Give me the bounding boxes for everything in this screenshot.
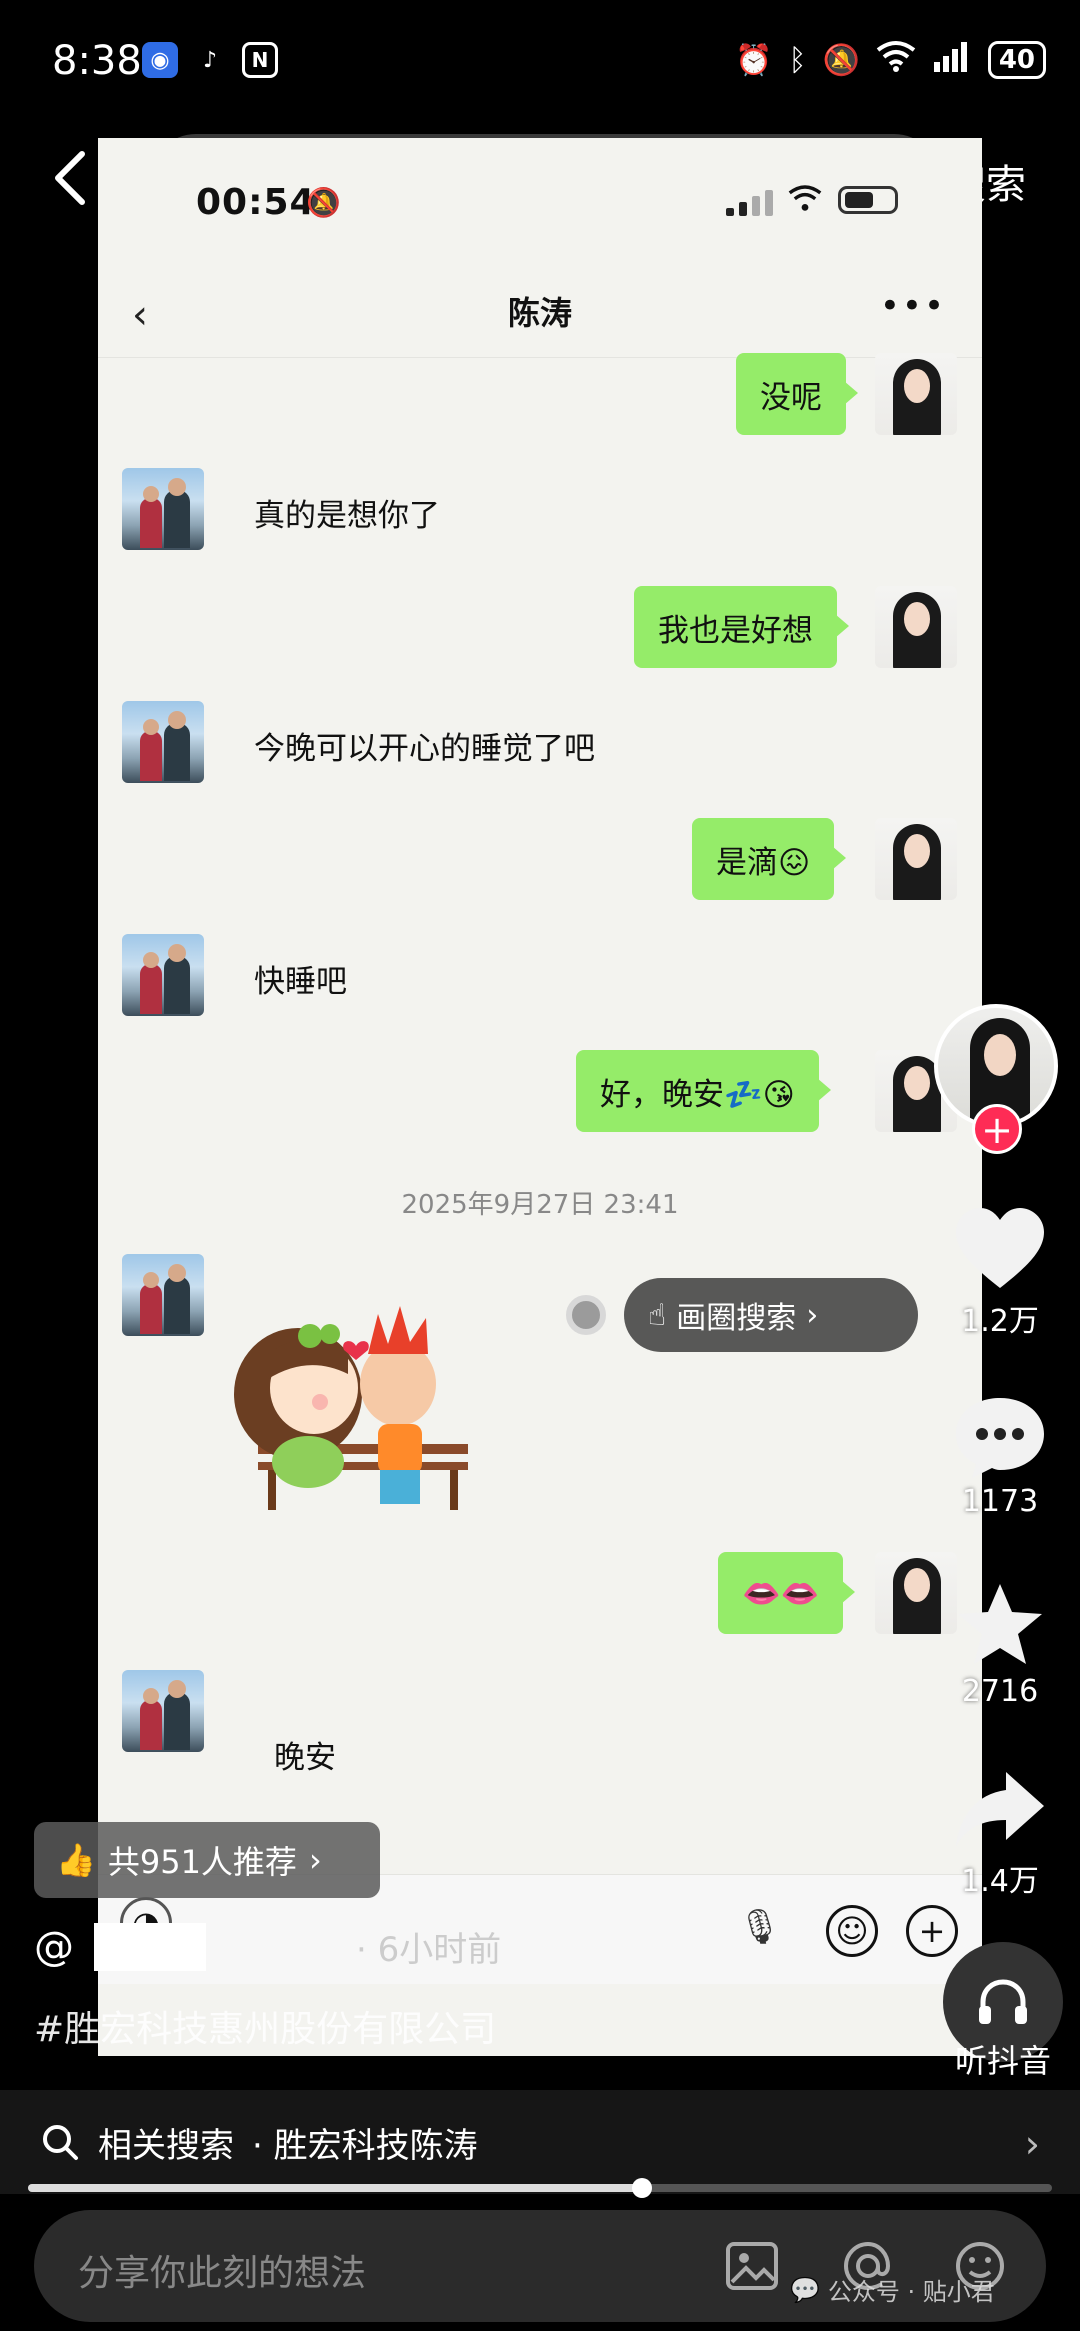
post-time: · 6小时前	[356, 1930, 502, 1970]
circle-search-label: 画圈搜索	[676, 1301, 797, 1336]
status-time: 8:38	[52, 38, 142, 84]
avatar-contact	[122, 934, 204, 1016]
listen-douyin-button[interactable]: 听抖音	[940, 1942, 1066, 2082]
hand-gesture-icon: ☝	[648, 1297, 667, 1333]
app-icon: ◉	[142, 42, 178, 78]
message-bubble-right: 我也是好想	[634, 586, 849, 668]
comment-action[interactable]: 1173	[940, 1394, 1060, 1519]
watermark-text: 公众号 · 贴小君	[827, 2278, 995, 2306]
progress-fill	[28, 2184, 643, 2192]
avatar-self	[875, 353, 957, 435]
inner-wifi-icon	[788, 184, 822, 220]
chevron-right-icon: ›	[1024, 2122, 1040, 2166]
inner-mute-icon: 🔕	[306, 186, 341, 219]
author-line[interactable]: @ · 6小时前	[34, 1922, 501, 1971]
avatar-contact	[122, 1670, 204, 1752]
avatar-contact	[122, 701, 204, 783]
status-right-icons: ⏰ ᛒ 🔕 40	[735, 40, 1046, 80]
favorite-count: 2716	[961, 1674, 1039, 1709]
like-action[interactable]: 1.2万	[940, 1206, 1060, 1340]
back-arrow-icon[interactable]	[50, 148, 90, 208]
status-bar: 8:38 ◉ ♪ N ⏰ ᛒ 🔕 40	[0, 0, 1080, 120]
message-bubble-right: 是滴😖	[692, 818, 847, 900]
message-text-left: 快睡吧	[254, 964, 347, 1000]
heart-icon	[956, 1208, 1044, 1288]
nfc-icon: N	[242, 42, 278, 78]
share-arrow-icon	[956, 1772, 1044, 1846]
share-count: 1.4万	[961, 1864, 1039, 1899]
avatar-self	[875, 818, 957, 900]
thumbs-up-icon: 👍	[56, 1841, 96, 1879]
message-bubble-right: 好，晚安💤😘	[576, 1050, 831, 1132]
inner-signal-icon	[726, 188, 773, 216]
wifi-icon	[876, 40, 916, 80]
signal-icon	[932, 40, 972, 80]
chat-header: ‹ 陈涛 •••	[98, 258, 982, 358]
avatar-contact	[122, 468, 204, 550]
progress-knob[interactable]	[632, 2178, 653, 2198]
alarm-icon: ⏰	[735, 42, 773, 78]
share-action[interactable]: 1.4万	[940, 1766, 1060, 1900]
comment-bubble-icon	[956, 1398, 1044, 1478]
avatar-contact	[122, 1254, 204, 1336]
battery-indicator: 40	[987, 41, 1046, 79]
video-progress-bar[interactable]	[28, 2178, 1052, 2198]
chat-screenshot[interactable]: 00:54 🔕 ‹ 陈涛 ••• 没呢 真的是想你了 我也是好想 今晚可以开心的…	[98, 138, 982, 2056]
status-left-icons: ◉ ♪ N	[142, 42, 278, 78]
message-text-left: 今晚可以开心的睡觉了吧	[254, 731, 595, 767]
hashtag[interactable]: #胜宏科技惠州股份有限公司	[34, 2000, 496, 2052]
related-search-prefix: 相关搜索	[98, 2125, 234, 2166]
microphone-icon: 🎙	[738, 1907, 782, 1947]
circle-search-button[interactable]: ☝ 画圈搜索 ›	[566, 1278, 918, 1352]
wechat-icon: 💬	[790, 2275, 820, 2304]
chevron-right-icon: ›	[308, 1841, 322, 1879]
chevron-right-icon: ›	[806, 1297, 819, 1333]
author-name-redacted	[94, 1922, 206, 1971]
related-search-query: · 胜宏科技陈涛	[252, 2125, 478, 2166]
bluetooth-icon: ᛒ	[788, 42, 807, 78]
like-count: 1.2万	[961, 1304, 1039, 1339]
inner-time: 00:54	[196, 182, 316, 223]
recommend-pill[interactable]: 👍 共951人推荐 ›	[34, 1822, 380, 1898]
message-text-left: 真的是想你了	[254, 498, 440, 534]
comment-count: 1173	[961, 1484, 1039, 1519]
tiktok-icon: ♪	[202, 47, 218, 73]
inner-status-bar: 00:54 🔕	[98, 138, 982, 258]
record-dot-icon	[566, 1295, 606, 1335]
message-text-left: 晚安	[274, 1740, 336, 1776]
related-search-bar[interactable]: 相关搜索 · 胜宏科技陈涛 ›	[0, 2090, 1080, 2194]
chat-timestamp: 2025年9月27日 23:41	[401, 1190, 679, 1220]
listen-label: 听抖音	[954, 2042, 1051, 2080]
mute-icon: 🔕	[822, 42, 860, 78]
watermark: 💬 公众号 · 贴小君	[790, 2272, 995, 2307]
star-icon	[958, 1584, 1042, 1664]
comment-input[interactable]: 分享你此刻的想法	[78, 2244, 366, 2296]
favorite-action[interactable]: 2716	[940, 1580, 1060, 1709]
recommend-label: 共951人推荐	[107, 1843, 297, 1881]
message-bubble-right: 没呢	[736, 353, 858, 435]
circle-search-pill[interactable]: ☝ 画圈搜索 ›	[624, 1278, 918, 1352]
more-icon: •••	[879, 286, 946, 326]
follow-plus-button[interactable]: +	[972, 1104, 1022, 1154]
kissing-couple-sticker	[234, 1306, 468, 1510]
search-icon	[43, 2125, 78, 2160]
chat-title: 陈涛	[507, 294, 572, 332]
avatar-self	[875, 586, 957, 668]
inner-battery-icon	[838, 186, 898, 214]
message-bubble-right: 👄👄	[718, 1552, 856, 1634]
emoji-icon: ☺	[826, 1905, 878, 1957]
image-icon[interactable]	[724, 2238, 780, 2294]
author-at: @	[34, 1923, 74, 1970]
